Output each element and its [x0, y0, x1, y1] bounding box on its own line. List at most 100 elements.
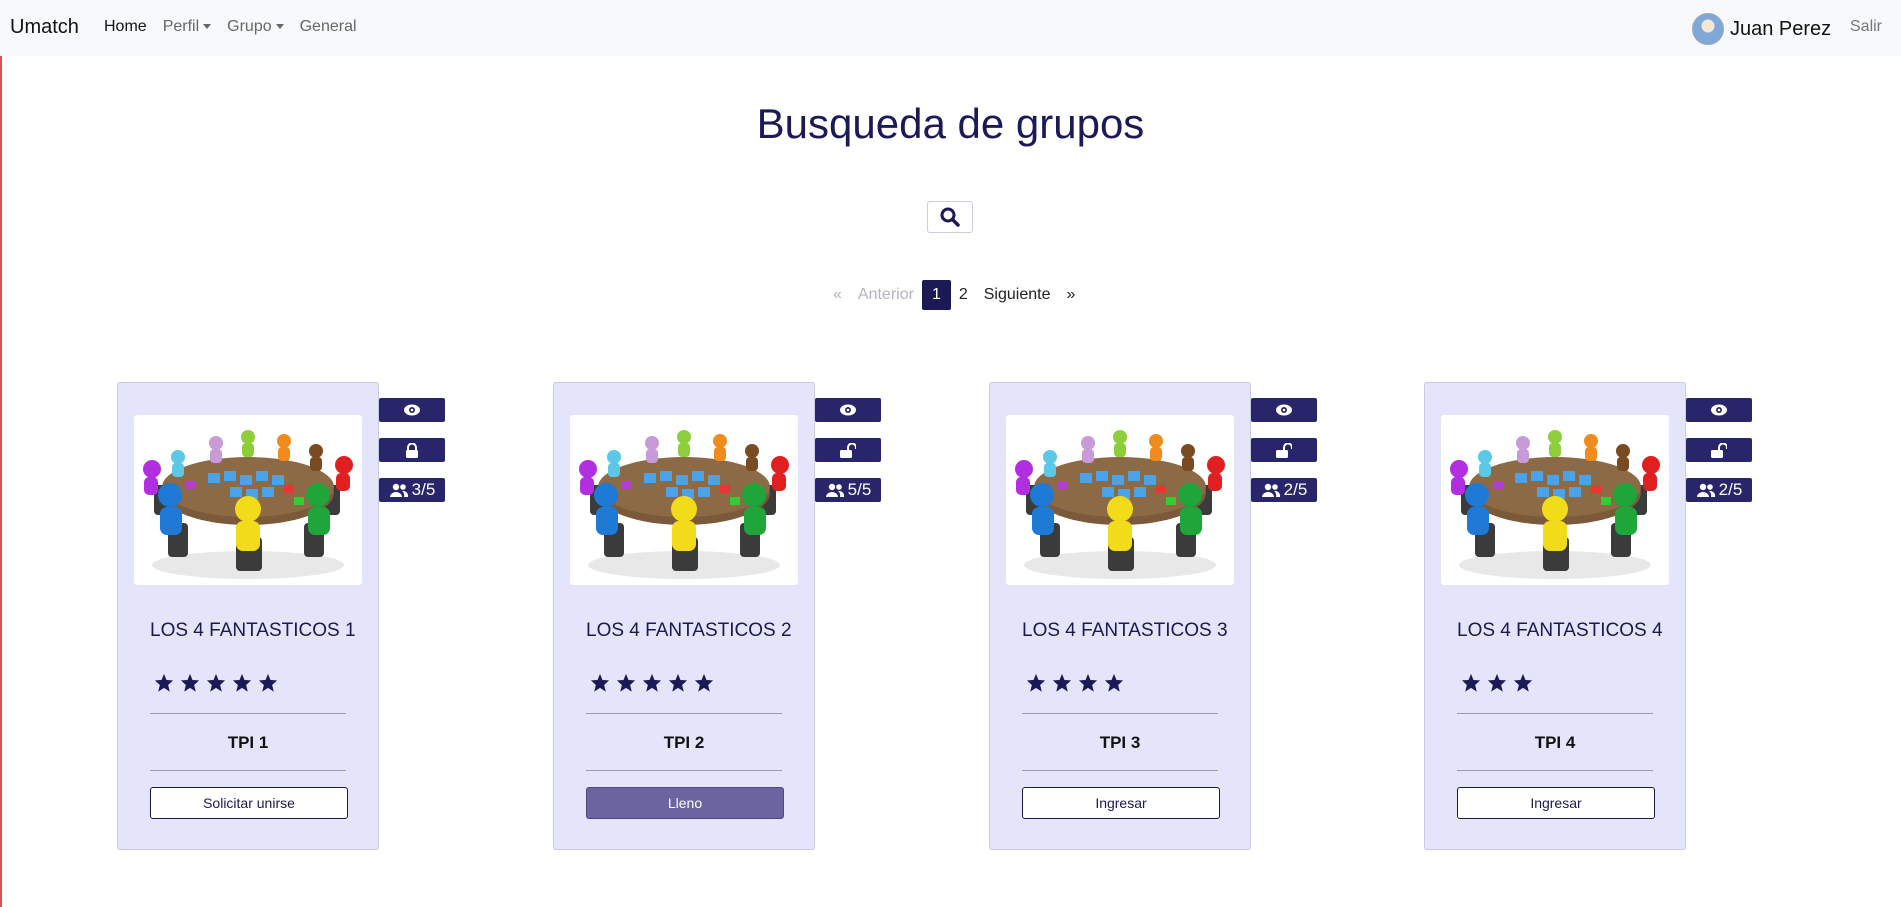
star-icon — [642, 673, 662, 692]
nav-dropdown-grupo[interactable]: Grupo — [227, 18, 284, 36]
members-count: 3/5 — [411, 480, 436, 499]
users-icon — [1696, 483, 1715, 497]
navbar: Umatch Home Perfil Grupo General Juan Pe… — [0, 0, 1901, 56]
members-count-badge: 2/5 — [1251, 478, 1317, 502]
members-count: 2/5 — [1718, 480, 1743, 499]
search-icon — [940, 207, 960, 227]
user-menu[interactable]: Juan Perez — [1692, 13, 1831, 45]
enter-group-button[interactable]: Ingresar — [1457, 787, 1655, 819]
star-icon — [154, 673, 174, 692]
nav-link-general[interactable]: General — [300, 18, 357, 36]
avatar — [1692, 13, 1724, 45]
view-group-button[interactable] — [379, 398, 445, 422]
group-project: TPI 1 — [227, 733, 269, 752]
meeting-illustration — [1015, 430, 1225, 579]
star-icon — [1461, 673, 1481, 692]
divider — [150, 770, 346, 771]
nav-link-grupo-label: Grupo — [227, 18, 272, 35]
brand-logo[interactable]: Umatch — [10, 16, 79, 39]
eye-icon — [404, 404, 420, 416]
pagination: « Anterior 1 2 Siguiente » — [825, 280, 1083, 310]
group-image — [1441, 415, 1669, 585]
unlock-icon — [1711, 442, 1727, 458]
enter-group-button[interactable]: Ingresar — [1022, 787, 1220, 819]
group-card: LOS 4 FANTASTICOS 4 TPI 4 Ingresar — [1424, 382, 1686, 850]
star-icon — [1513, 673, 1533, 692]
eye-icon — [840, 404, 856, 416]
eye-icon — [1711, 404, 1727, 416]
unlock-icon — [1276, 442, 1292, 458]
members-count-badge: 2/5 — [1686, 478, 1752, 502]
caret-down-icon — [275, 24, 284, 30]
lock-icon — [406, 442, 418, 458]
private-group-badge — [379, 438, 445, 462]
view-group-button[interactable] — [1251, 398, 1317, 422]
group-project: TPI 2 — [663, 733, 705, 752]
pagination-prev: Anterior — [857, 286, 914, 303]
group-title: LOS 4 FANTASTICOS 4 — [1457, 620, 1663, 641]
caret-down-icon — [203, 24, 212, 30]
star-icon — [258, 673, 278, 692]
meeting-illustration — [143, 430, 353, 579]
star-icon — [180, 673, 200, 692]
logout-link[interactable]: Salir — [1850, 18, 1882, 36]
page-title: Busqueda de grupos — [756, 100, 1145, 147]
meeting-illustration — [579, 430, 789, 579]
star-icon — [694, 673, 714, 692]
group-image — [570, 415, 798, 585]
eye-icon — [1276, 404, 1292, 416]
group-rating — [1026, 673, 1124, 692]
pagination-page-1[interactable]: 1 — [921, 280, 951, 310]
group-project: TPI 4 — [1534, 733, 1576, 752]
group-image — [1006, 415, 1234, 585]
star-icon — [1026, 673, 1046, 692]
pagination-next[interactable]: Siguiente — [976, 280, 1059, 310]
request-join-button[interactable]: Solicitar unirse — [150, 787, 348, 819]
members-count-badge: 3/5 — [379, 478, 445, 502]
public-group-badge — [1251, 438, 1317, 462]
star-icon — [206, 673, 226, 692]
divider — [1022, 770, 1218, 771]
group-title: LOS 4 FANTASTICOS 2 — [586, 620, 792, 641]
members-count-badge: 5/5 — [815, 478, 881, 502]
pagination-prev-symbol: « — [833, 286, 842, 303]
star-icon — [590, 673, 610, 692]
group-card: LOS 4 FANTASTICOS 2 TPI 2 Lleno — [553, 382, 815, 850]
star-icon — [668, 673, 688, 692]
star-icon — [1487, 673, 1507, 692]
star-icon — [1052, 673, 1072, 692]
divider — [1457, 713, 1653, 714]
star-icon — [1104, 673, 1124, 692]
users-icon — [1261, 483, 1280, 497]
divider — [586, 713, 782, 714]
group-card: LOS 4 FANTASTICOS 3 TPI 3 Ingresar — [989, 382, 1251, 850]
meeting-illustration — [1450, 430, 1660, 579]
public-group-badge — [1686, 438, 1752, 462]
group-title: LOS 4 FANTASTICOS 3 — [1022, 620, 1228, 641]
star-icon — [1078, 673, 1098, 692]
view-group-button[interactable] — [1686, 398, 1752, 422]
nav-dropdown-perfil[interactable]: Perfil — [162, 18, 212, 36]
nav-link-perfil-label: Perfil — [162, 18, 200, 35]
user-name: Juan Perez — [1730, 17, 1832, 40]
pagination-next-symbol[interactable]: » — [1058, 280, 1083, 310]
full-status-button[interactable]: Lleno — [586, 787, 784, 819]
pagination-page-2[interactable]: 2 — [951, 280, 976, 310]
divider — [1022, 713, 1218, 714]
nav-link-home[interactable]: Home — [104, 18, 147, 36]
unlock-icon — [840, 442, 856, 458]
divider — [1457, 770, 1653, 771]
group-title: LOS 4 FANTASTICOS 1 — [150, 620, 356, 641]
divider — [586, 770, 782, 771]
group-rating — [1461, 673, 1533, 692]
star-icon — [232, 673, 252, 692]
star-icon — [616, 673, 636, 692]
members-count: 2/5 — [1283, 480, 1308, 499]
group-rating — [590, 673, 714, 692]
view-group-button[interactable] — [815, 398, 881, 422]
users-icon — [825, 483, 844, 497]
divider — [150, 713, 346, 714]
public-group-badge — [815, 438, 881, 462]
group-card: LOS 4 FANTASTICOS 1 TPI 1 Solicitar unir… — [117, 382, 379, 850]
search-button[interactable] — [927, 201, 973, 233]
